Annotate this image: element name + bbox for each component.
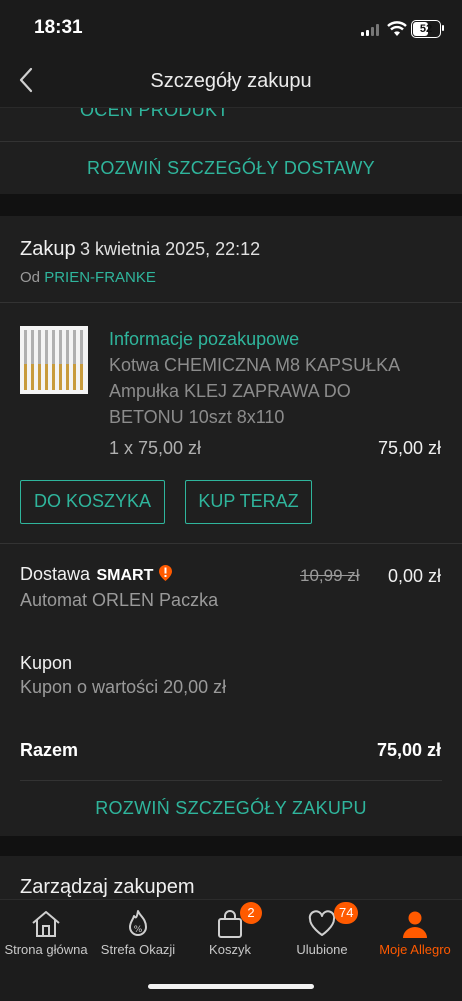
manage-purchase-title: Zarządzaj zakupem	[20, 876, 195, 898]
battery-icon: 52	[411, 20, 441, 38]
status-time: 18:31	[34, 17, 83, 38]
svg-text:%: %	[134, 925, 143, 935]
product-thumbnail[interactable]	[20, 326, 88, 394]
rate-product-link[interactable]: OCEŃ PRODUKT	[80, 108, 229, 121]
anchor-rods-image	[24, 330, 83, 390]
cellular-signal-icon	[361, 24, 381, 36]
expand-delivery-details-link[interactable]: ROZWIŃ SZCZEGÓŁY DOSTAWY	[0, 158, 462, 179]
coupon-description: Kupon o wartości 20,00 zł	[20, 677, 227, 697]
divider	[0, 141, 462, 142]
percent-flame-icon: %	[129, 910, 147, 936]
purchase-heading: Zakup 3 kwietnia 2025, 22:12	[20, 238, 260, 261]
top-app-bar: Szczegóły zakupu	[0, 55, 462, 108]
product-name-line: BETONU 10szt 8x110	[109, 407, 285, 427]
buy-now-button[interactable]: KUP TERAZ	[185, 480, 312, 524]
nav-label: Ulubione	[296, 942, 348, 957]
product-name-line: Kotwa CHEMICZNA M8 KAPSUŁKA	[109, 355, 401, 375]
smart-badge-icon	[158, 565, 172, 581]
nav-item-cart[interactable]: 2 Koszyk	[184, 900, 276, 970]
cart-badge: 2	[240, 902, 262, 924]
nav-item-favorites[interactable]: 74 Ulubione	[276, 900, 368, 970]
battery-percent: 52	[419, 23, 433, 35]
nav-item-deals[interactable]: % Strefa Okazji	[92, 900, 184, 970]
status-bar: 18:31 52	[0, 0, 462, 55]
add-to-cart-button[interactable]: DO KOSZYKA	[20, 480, 165, 524]
nav-label: Moje Allegro	[379, 942, 451, 957]
total-label: Razem	[20, 740, 79, 760]
rate-product-clip: OCEŃ PRODUKT	[0, 108, 462, 122]
purchase-date: 3 kwietnia 2025, 22:12	[80, 239, 261, 259]
seller-prefix: Od	[20, 269, 41, 286]
home-indicator	[148, 984, 314, 989]
purchase-label: Zakup	[20, 238, 76, 260]
wifi-icon	[387, 21, 407, 36]
item-total: 75,00 zł	[377, 438, 441, 458]
user-icon	[403, 911, 427, 938]
divider	[20, 780, 442, 781]
favorites-badge: 74	[334, 902, 359, 924]
home-icon	[32, 911, 60, 937]
expand-purchase-details-link[interactable]: ROZWIŃ SZCZEGÓŁY ZAKUPU	[0, 798, 462, 819]
product-name-line: Ampułka KLEJ ZAPRAWA DO	[109, 381, 351, 401]
battery-tip	[442, 25, 444, 31]
smart-logo: SMART	[96, 567, 154, 584]
seller-link[interactable]: PRIEN-FRANKE	[44, 269, 156, 286]
page-title: Szczegóły zakupu	[150, 70, 312, 92]
coupon-label: Kupon	[20, 653, 73, 673]
delivery-old-price: 10,99 zł	[300, 566, 360, 585]
quantity-price: 1 x 75,00 zł	[109, 438, 202, 458]
delivery-label: Dostawa	[20, 564, 91, 584]
seller-line: Od PRIEN-FRANKE	[20, 269, 156, 286]
product-name[interactable]: Kotwa CHEMICZNA M8 KAPSUŁKA Ampułka KLEJ…	[109, 352, 449, 430]
nav-item-home[interactable]: Strona główna	[0, 900, 92, 970]
delivery-method: Automat ORLEN Paczka	[20, 590, 219, 610]
nav-label: Strefa Okazji	[100, 942, 176, 957]
nav-label: Strona główna	[4, 942, 88, 957]
divider	[0, 543, 462, 544]
purchase-card: Zakup 3 kwietnia 2025, 22:12 Od PRIEN-FR…	[0, 216, 462, 836]
after-purchase-info-link[interactable]: Informacje pozakupowe	[109, 329, 299, 350]
divider	[0, 302, 462, 303]
total-value: 75,00 zł	[376, 740, 441, 760]
delivery-label-row: Dostawa SMART	[20, 564, 173, 585]
nav-item-my-allegro[interactable]: Moje Allegro	[369, 900, 461, 970]
nav-label: Koszyk	[209, 942, 251, 957]
delivery-price: 0,00 zł	[387, 566, 441, 586]
